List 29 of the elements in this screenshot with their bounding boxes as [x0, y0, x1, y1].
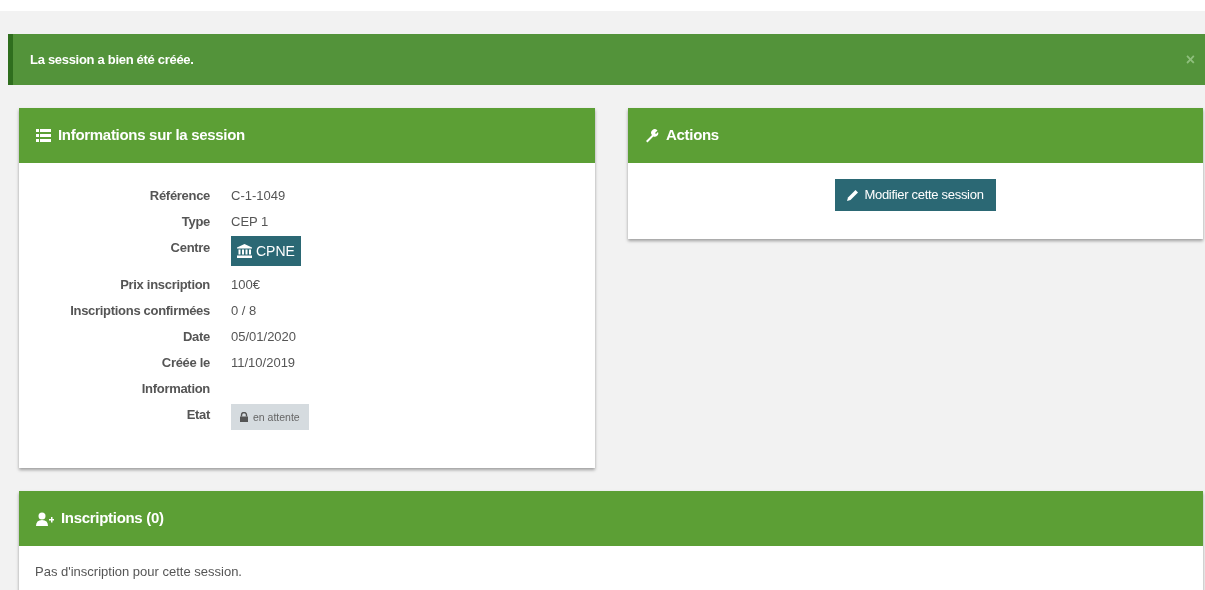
alert-message: La session a bien été créée.: [30, 50, 194, 69]
field-label: Etat: [185, 406, 210, 424]
field-value: 0 / 8: [231, 302, 257, 320]
empty-message: Pas d'inscription pour cette session.: [34, 563, 243, 581]
panel-title: Informations sur la session: [58, 125, 245, 146]
wrench-icon: [645, 128, 659, 143]
field-label: Référence: [148, 187, 210, 205]
bank-icon: [237, 244, 252, 258]
panel-title: Actions: [666, 125, 719, 146]
field-value: 11/10/2019: [231, 354, 296, 372]
field-label: Créée le: [160, 354, 210, 372]
pencil-icon: [847, 189, 860, 201]
field-label: Inscriptions confirmées: [69, 302, 210, 320]
field-value: CEP 1: [231, 213, 269, 231]
field-label: Type: [180, 213, 210, 231]
panel-title: Inscriptions (0): [61, 508, 164, 529]
edit-button[interactable]: Modifier cette session: [835, 179, 996, 211]
status-badge: en attente: [231, 404, 309, 430]
field-label: Centre: [169, 239, 210, 257]
field-label: Prix inscription: [119, 276, 210, 294]
field-value: 100€: [231, 276, 260, 294]
field-value: 05/01/2020: [231, 328, 297, 346]
list-icon: [36, 129, 51, 142]
field-label: Date: [182, 328, 210, 346]
centre-badge: CPNE: [231, 236, 301, 266]
lock-icon: [240, 412, 248, 422]
field-label: Information: [140, 380, 210, 398]
user-add-icon: [36, 511, 54, 526]
field-value: C-1-1049: [231, 187, 286, 205]
